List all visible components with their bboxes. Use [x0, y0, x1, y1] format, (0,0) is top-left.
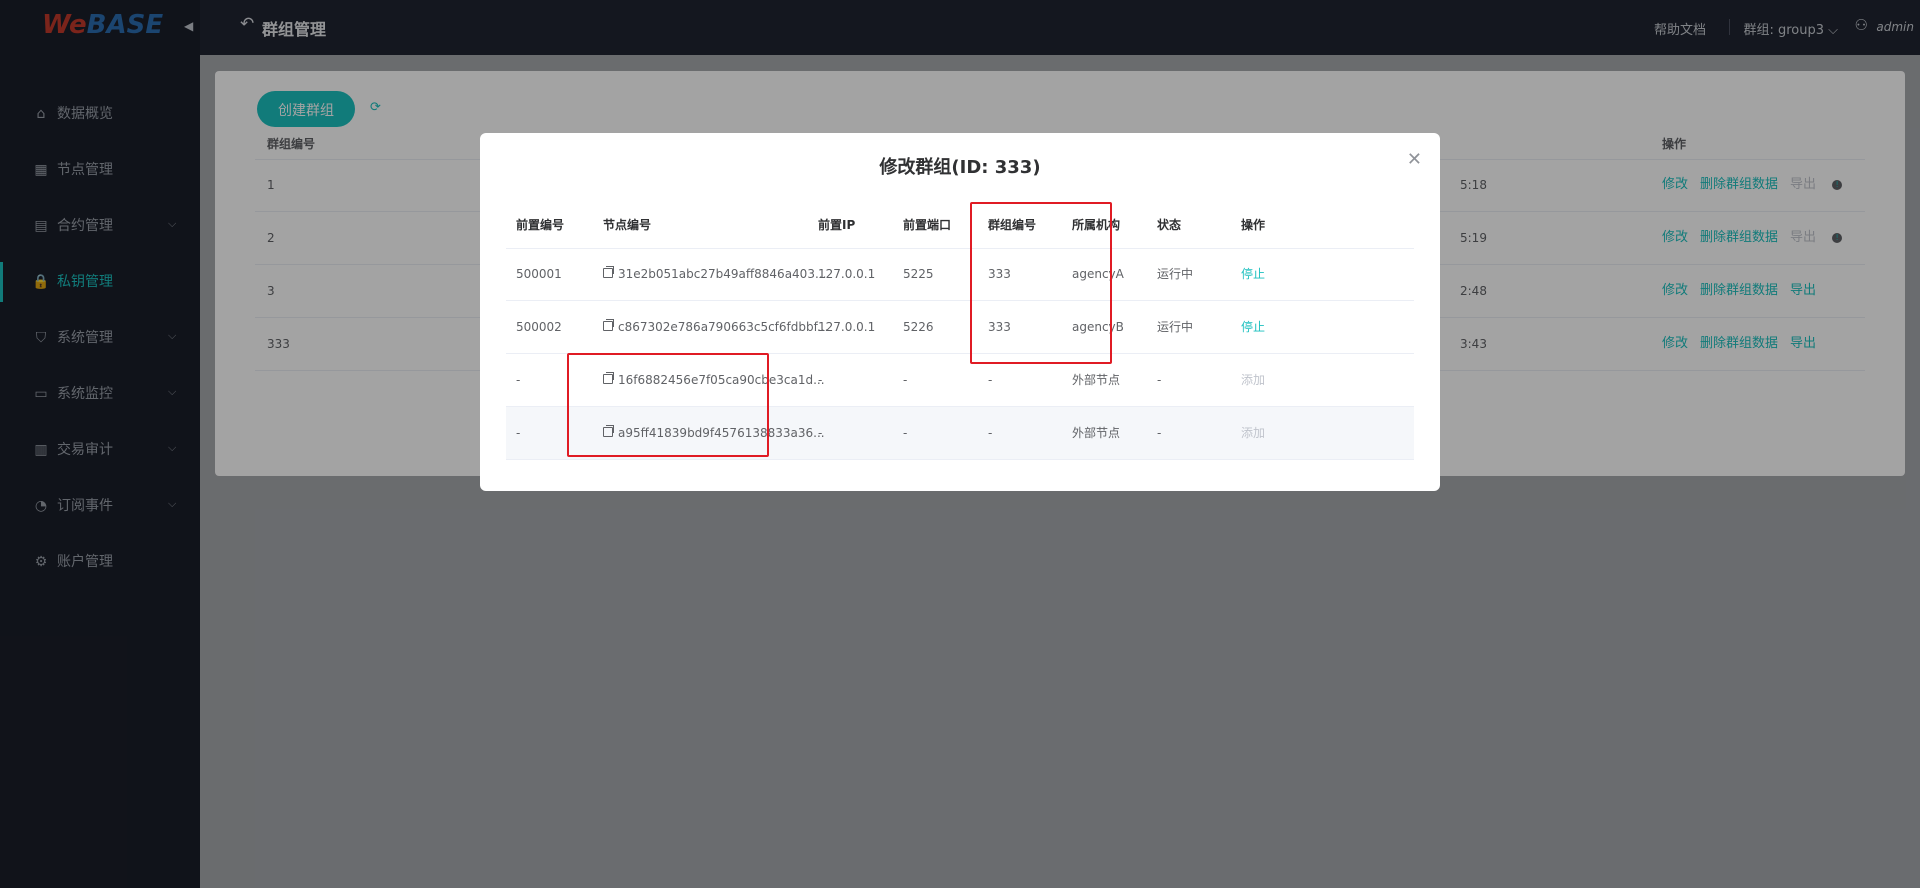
stop-button[interactable]: 停止: [1241, 301, 1265, 353]
group-id-cell: 333: [988, 320, 1011, 334]
column-header-front-id: 前置编号: [516, 218, 565, 232]
copy-icon[interactable]: [603, 372, 614, 384]
copy-icon[interactable]: [603, 266, 614, 278]
node-id-cell: a95ff41839bd9f4576138833a36...: [603, 407, 825, 459]
add-button: 添加: [1241, 373, 1266, 387]
node-table-row: - a95ff41839bd9f4576138833a36... - - - 外部节点 - 添…: [506, 407, 1414, 460]
front-port-cell: -: [903, 373, 908, 387]
node-id-cell: 16f6882456e7f05ca90cbe3ca1d...: [603, 354, 825, 406]
front-id-cell: 500002: [516, 320, 562, 334]
group-id-cell: -: [988, 426, 993, 440]
group-id-cell: 333: [988, 267, 1011, 281]
column-header-node-id: 节点编号: [603, 218, 652, 232]
front-ip-cell: -: [818, 426, 823, 440]
modal-title: 修改群组(ID: 333): [879, 157, 1041, 178]
front-port-cell: 5225: [903, 267, 934, 281]
agency-cell: agencyB: [1072, 320, 1124, 334]
front-id-cell: -: [516, 373, 521, 387]
group-id-cell: -: [988, 373, 993, 387]
column-header-agency: 所属机构: [1072, 218, 1121, 232]
agency-cell: 外部节点: [1072, 373, 1121, 387]
status-cell: -: [1157, 426, 1162, 440]
node-table-header: 前置编号 节点编号 前置IP 前置端口 群组编号 所属机构 状态 操作: [506, 203, 1414, 249]
status-cell: -: [1157, 373, 1162, 387]
node-id-text: c867302e786a790663c5cf6fdbbf...: [618, 320, 829, 334]
front-port-cell: -: [903, 426, 908, 440]
column-header-action: 操作: [1241, 218, 1266, 232]
node-table-row: 500001 31e2b051abc27b49aff8846a403... 127.…: [506, 248, 1414, 301]
column-header-front-port: 前置端口: [903, 218, 952, 232]
copy-icon[interactable]: [603, 319, 614, 331]
node-id-text: a95ff41839bd9f4576138833a36...: [618, 426, 825, 440]
close-icon[interactable]: ✕: [1407, 149, 1422, 170]
node-table-row: -16f6882456e7f05ca90cbe3ca1d... - - - 外部节点 - 添…: [506, 354, 1414, 407]
edit-group-modal: 修改群组(ID: 333) ✕ 前置编号 节点编号 前置IP 前置端口 群组编号 所属机构…: [480, 133, 1440, 491]
front-id-cell: -: [516, 426, 521, 440]
status-cell: 运行中: [1157, 320, 1194, 334]
column-header-status: 状态: [1157, 218, 1182, 232]
agency-cell: agencyA: [1072, 267, 1124, 281]
front-ip-cell: -: [818, 373, 823, 387]
node-id-cell: 31e2b051abc27b49aff8846a403...: [603, 248, 826, 300]
front-id-cell: 500001: [516, 267, 562, 281]
front-port-cell: 5226: [903, 320, 934, 334]
node-id-cell: c867302e786a790663c5cf6fdbbf...: [603, 301, 828, 353]
add-button: 添加: [1241, 426, 1266, 440]
node-table-row: 500002 c867302e786a790663c5cf6fdbbf... 127…: [506, 301, 1414, 354]
column-header-group-id: 群组编号: [988, 218, 1037, 232]
agency-cell: 外部节点: [1072, 426, 1121, 440]
front-ip-cell: 127.0.0.1: [818, 320, 876, 334]
front-ip-cell: 127.0.0.1: [818, 267, 876, 281]
node-id-text: 31e2b051abc27b49aff8846a403...: [618, 267, 827, 281]
stop-button[interactable]: 停止: [1241, 248, 1265, 300]
copy-icon[interactable]: [603, 425, 614, 437]
node-id-text: 16f6882456e7f05ca90cbe3ca1d...: [618, 373, 825, 387]
status-cell: 运行中: [1157, 267, 1194, 281]
column-header-front-ip: 前置IP: [818, 218, 856, 232]
